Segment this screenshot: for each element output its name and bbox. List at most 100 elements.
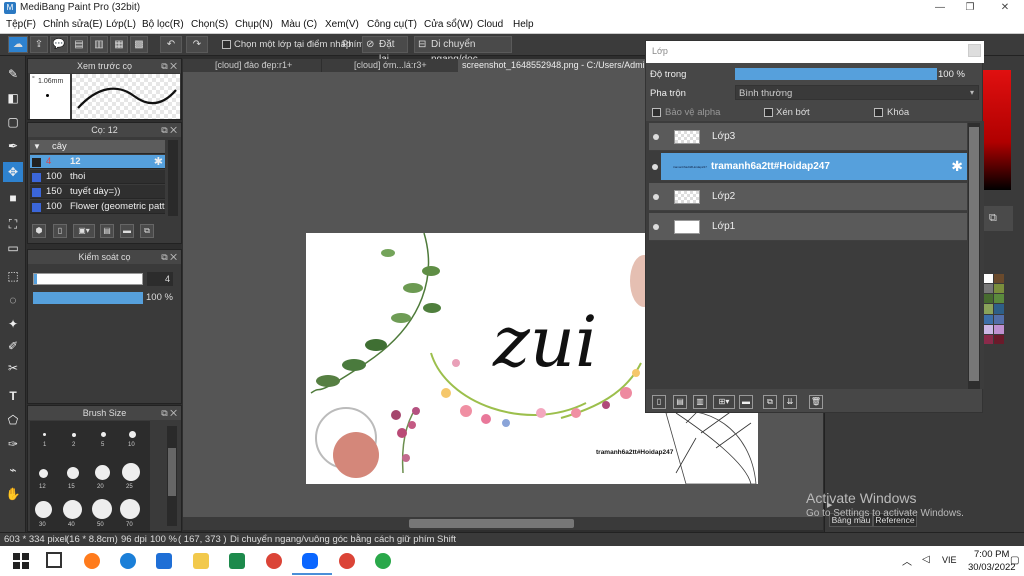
brush-row[interactable]: 100 Flower (geometric patt [30,200,165,214]
swatch[interactable] [994,314,1004,324]
bucket-tool-icon[interactable]: ⛶ [3,214,23,234]
size-dot[interactable] [95,465,110,480]
blend-mode-select[interactable]: Bình thường ▾ [735,85,979,100]
canvas-hscrollbar[interactable] [183,517,823,530]
color-bar[interactable] [981,70,1011,190]
edge-icon[interactable] [120,553,136,569]
excel-icon[interactable] [229,553,245,569]
clipping-checkbox[interactable] [764,108,773,117]
comment-icon[interactable]: ▤ [70,36,88,53]
swatch[interactable] [983,304,993,314]
doc-tab-active[interactable]: screenshot_1648552948.png - C:/Users/Adm… [458,59,648,72]
menu-view[interactable]: Xem(V) [325,19,359,30]
grid-icon[interactable]: ▩ [130,36,148,53]
size-dot[interactable] [129,431,136,438]
scroll-thumb[interactable] [409,519,574,528]
input-language[interactable]: VIE [942,555,957,565]
layer-scrollbar[interactable] [968,123,980,389]
clock-date[interactable]: 30/03/2022 [968,562,1016,573]
swatch[interactable] [994,324,1004,334]
layer-row[interactable]: Lớp1 [649,213,967,241]
close-icon[interactable]: ✕ [995,1,1015,15]
brush-group-row[interactable]: ▼ cây [30,140,165,154]
menu-layer[interactable]: Lớp(L) [106,19,136,30]
brush-row[interactable]: 150 tuyết dày=)) [30,185,165,199]
medibang-icon[interactable] [375,553,391,569]
merge-down-icon[interactable]: ⇊ [783,395,797,409]
doc-tab[interactable]: [cloud] ớm...lá:r3+ [322,59,458,72]
brush-size-scrollbar[interactable] [167,426,177,526]
eyedropper-tool-icon[interactable]: ⌁ [3,460,23,480]
eye-icon[interactable] [652,164,658,170]
size-dot[interactable] [72,433,76,437]
undo-icon[interactable]: ↶ [160,36,182,53]
brush-row[interactable]: 100 thoi [30,170,165,184]
menu-tools[interactable]: Công cụ(T) [367,19,417,30]
swatch[interactable] [994,274,1004,284]
size-dot[interactable] [63,500,82,519]
new-layer-icon[interactable]: ▯ [652,395,666,409]
speech-bubble-icon[interactable]: 💬 [50,36,68,53]
panel-controls-icon[interactable]: ⧉ ✕ [161,59,177,73]
layer-row[interactable]: Lớp3 [649,123,967,151]
trash-icon[interactable]: 🗑 [809,395,823,409]
chevron-up-icon[interactable]: ︿ [902,553,912,568]
new-layer-1bit-icon[interactable]: ▥ [693,395,707,409]
size-dot[interactable] [122,463,140,481]
move-tool-icon[interactable]: ✥ [3,162,23,182]
hand-tool-icon[interactable]: ✋ [3,484,23,504]
menu-select[interactable]: Chọn(S) [191,19,228,30]
panel-controls-icon[interactable]: ⧉ ✕ [161,406,177,420]
duplicate-layer-icon[interactable]: ⧉ [763,395,777,409]
swatch[interactable] [983,314,993,324]
size-dot[interactable] [92,499,112,519]
chrome-icon[interactable] [266,553,282,569]
protect-alpha-checkbox[interactable] [652,108,661,117]
cloud-icon[interactable]: ☁ [8,36,28,53]
eye-icon[interactable] [653,134,659,140]
minimize-icon[interactable]: — [930,1,950,15]
size-dot[interactable] [39,469,48,478]
volume-icon[interactable]: ◁ [922,554,930,565]
menu-color[interactable]: Màu (C) [281,19,317,30]
redo-icon[interactable]: ↷ [186,36,208,53]
menu-cloud[interactable]: Cloud [477,19,503,30]
export-icon[interactable]: ⇪ [30,36,48,53]
folder-icon[interactable]: ▬ [739,395,753,409]
select-rect-tool-icon[interactable]: ⬚ [3,266,23,286]
firefox-icon[interactable] [84,553,100,569]
size-dot[interactable] [35,501,52,518]
store-icon[interactable] [156,553,172,569]
layer-mini-icon[interactable]: ⧉ [989,212,997,225]
select-eraser-tool-icon[interactable]: ✂ [3,358,23,378]
reset-button[interactable]: ⊘ Đặt lại [362,36,408,65]
size-dot[interactable] [101,432,106,437]
scroll-thumb[interactable] [168,448,176,496]
page-icon[interactable]: ▥ [90,36,108,53]
brush-copy-icon[interactable]: ▤ [100,224,114,238]
blur-tool-icon[interactable]: ✑ [3,434,23,454]
menu-edit[interactable]: Chỉnh sửa(E) [43,19,103,30]
menu-window[interactable]: Cửa sổ(W) [424,19,473,30]
gradient-tool-icon[interactable]: ▭ [3,238,23,258]
restore-icon[interactable]: ❐ [960,1,980,15]
panel-controls-icon[interactable]: ⧉ ✕ [161,123,177,137]
gear-icon[interactable]: ✱ [951,158,963,175]
swatch[interactable] [994,294,1004,304]
rectangle-tool-icon[interactable]: ▢ [3,112,23,132]
notification-icon[interactable]: ▢ [1010,555,1019,566]
eye-icon[interactable] [653,224,659,230]
folder-app-icon[interactable] [193,553,209,569]
panel-icon[interactable]: ▦ [110,36,128,53]
lock-checkbox[interactable] [874,108,883,117]
menu-help[interactable]: Help [513,19,534,30]
windows-start-icon[interactable] [13,553,29,569]
brush-size-field[interactable]: 4 [147,272,173,286]
task-view-icon[interactable] [46,552,62,568]
size-dot[interactable] [67,467,79,479]
fill-rect-tool-icon[interactable]: ■ [3,188,23,208]
operation-tool-icon[interactable]: ⬠ [3,410,23,430]
size-dot[interactable] [120,499,140,519]
text-tool-icon[interactable]: T [3,386,23,406]
eraser-tool-icon[interactable]: ◧ [3,88,23,108]
